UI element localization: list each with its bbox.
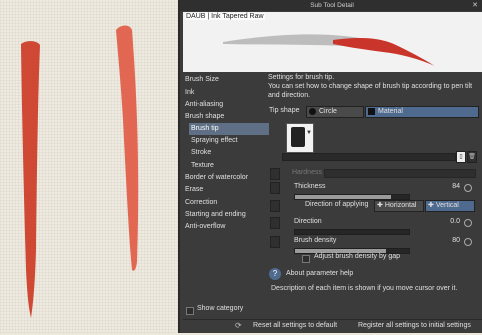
sidebar-item-correction[interactable]: Correction [185, 197, 217, 209]
brush-density-label: Brush density [294, 237, 337, 244]
sidebar-item-stroke[interactable]: Stroke [191, 147, 211, 159]
thickness-value[interactable]: 84 [438, 181, 460, 193]
param-help-text: Description of each item is shown if you… [271, 285, 458, 292]
adjust-density-label: Adjust brush density by gap [314, 253, 400, 260]
sub-tool-detail-panel: Sub Tool Detail ✕ DAUB | Ink Tapered Raw… [178, 0, 482, 333]
tip-shape-material-button[interactable]: Material [365, 106, 479, 118]
tip-shape-circle-button[interactable]: Circle [306, 106, 364, 118]
window-title: Sub Tool Detail [310, 2, 354, 9]
paint-stroke-right [116, 25, 139, 271]
window-titlebar: Sub Tool Detail ✕ [180, 0, 482, 11]
tip-material-image [291, 127, 305, 147]
reset-icon: ⟳ [235, 321, 242, 330]
sidebar-item-spraying-effect[interactable]: Spraying effect [191, 135, 238, 147]
register-all-button[interactable]: Register all settings to initial setting… [358, 320, 471, 332]
description-body: You can set how to change shape of brush… [268, 83, 473, 99]
sidebar-item-border-of-watercolor[interactable]: Border of watercolor [185, 172, 248, 184]
brush-preview: DAUB | Ink Tapered Raw [183, 12, 482, 72]
brush-density-row: Brush density 80 [268, 235, 482, 248]
show-category-checkbox[interactable] [186, 307, 194, 315]
hardness-label: Hardness [292, 169, 322, 176]
material-list-area [282, 153, 456, 161]
hardness-row: Hardness [268, 167, 482, 180]
reset-all-button[interactable]: Reset all settings to default [253, 320, 337, 332]
help-icon: ? [269, 268, 281, 280]
thickness-label: Thickness [294, 183, 326, 190]
brush-preview-stroke [223, 34, 435, 66]
direction-value[interactable]: 0.0 [434, 216, 460, 228]
close-icon[interactable]: ✕ [472, 0, 478, 11]
category-list: Brush Size Ink Anti-aliasing Brush shape… [183, 73, 269, 331]
sidebar-item-brush-size[interactable]: Brush Size [185, 74, 219, 86]
direction-horizontal-button[interactable]: ✚ Horizontal [374, 200, 424, 212]
direction-vertical-button[interactable]: ✚ Vertical [425, 200, 475, 212]
sidebar-item-anti-overflow[interactable]: Anti-overflow [185, 221, 225, 233]
tip-shape-row: Tip shape Circle Material [268, 105, 482, 118]
direction-of-applying-row: Direction of applying ✚ Horizontal ✚ Verti… [268, 199, 482, 212]
sidebar-item-brush-tip[interactable]: Brush tip [189, 123, 269, 135]
direction-spin-icon[interactable] [464, 219, 472, 227]
direction-of-applying-label: Direction of applying [305, 201, 369, 208]
direction-row: Direction 0.0 [268, 216, 482, 229]
horizontal-icon: ✚ [377, 202, 383, 209]
material-label: Material [378, 108, 403, 115]
delete-material-icon[interactable]: 🗑 [467, 151, 477, 163]
brush-density-spin-icon[interactable] [464, 238, 472, 246]
circle-icon [309, 108, 316, 115]
sidebar-item-anti-aliasing[interactable]: Anti-aliasing [185, 99, 223, 111]
vertical-label: Vertical [435, 202, 459, 209]
thickness-spin-icon[interactable] [464, 184, 472, 192]
sidebar-item-texture[interactable]: Texture [191, 160, 214, 172]
adjust-density-checkbox[interactable] [302, 255, 310, 263]
sidebar-item-starting-and-ending[interactable]: Starting and ending [185, 209, 246, 221]
horizontal-label: Horizontal [384, 202, 417, 209]
paint-stroke-left [21, 41, 40, 318]
show-category-label: Show category [197, 305, 244, 312]
panel-footer: ⟳ Reset all settings to default Register… [183, 319, 482, 333]
sidebar-item-brush-shape[interactable]: Brush shape [185, 111, 224, 123]
thickness-row: Thickness 84 [268, 181, 482, 194]
chevron-down-icon[interactable]: ▼ [306, 130, 312, 136]
tip-material-thumbnail[interactable]: ▼ [286, 123, 314, 153]
thickness-pen-pressure-icon[interactable] [270, 182, 280, 194]
hardness-pen-pressure-icon[interactable] [270, 168, 280, 180]
param-help-title: About parameter help [286, 270, 354, 277]
add-material-icon[interactable]: ▯ [456, 151, 466, 163]
drawing-canvas[interactable] [0, 0, 180, 333]
description-title: Settings for brush tip. [268, 74, 335, 81]
brush-density-value[interactable]: 80 [438, 235, 460, 247]
direction-pen-pressure-icon[interactable] [270, 217, 280, 229]
direction-label: Direction [294, 218, 322, 225]
brush-density-pen-pressure-icon[interactable] [270, 236, 280, 248]
settings-content: Settings for brush tip. You can set how … [268, 73, 482, 319]
vertical-icon: ✚ [428, 202, 434, 209]
hardness-slider[interactable] [324, 169, 476, 178]
paint-strokes [21, 25, 139, 318]
tip-shape-label: Tip shape [269, 107, 300, 114]
sidebar-item-ink[interactable]: Ink [185, 87, 194, 99]
direction-applying-pin-icon[interactable] [270, 200, 280, 212]
material-icon [368, 108, 375, 115]
sidebar-item-erase[interactable]: Erase [185, 184, 203, 196]
circle-label: Circle [319, 108, 337, 115]
